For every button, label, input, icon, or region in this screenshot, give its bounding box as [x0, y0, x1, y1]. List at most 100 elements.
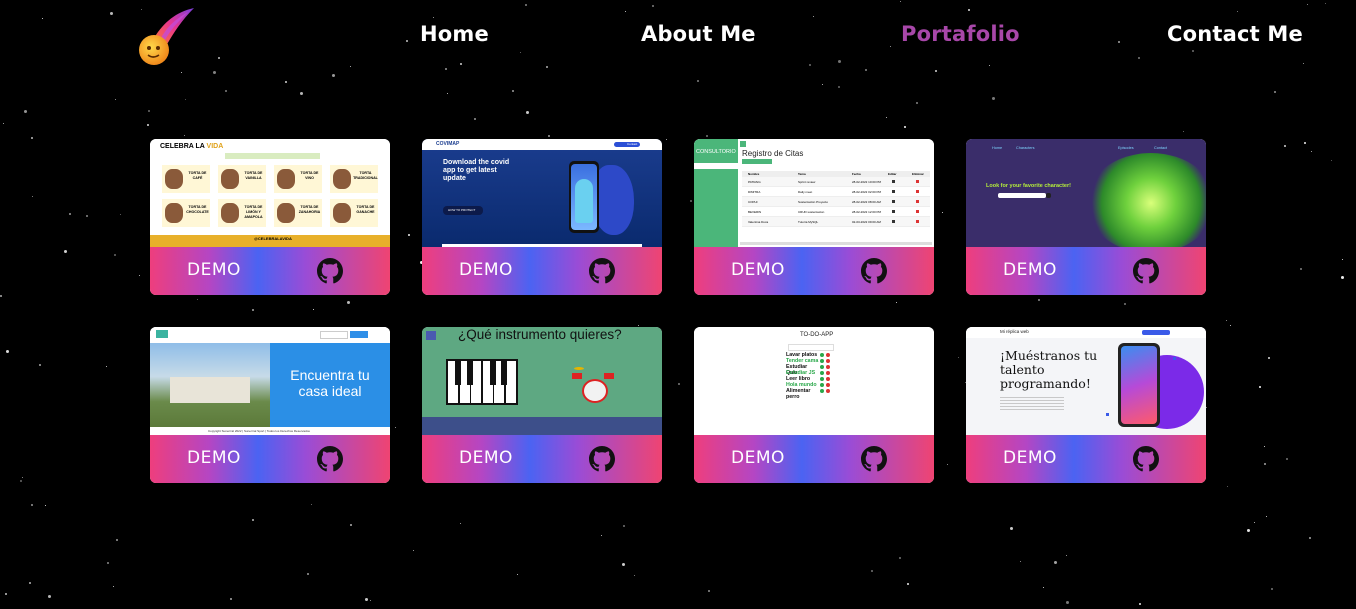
bakery-product-tile: TORTA DE VINO — [274, 165, 322, 193]
delete-icon[interactable] — [916, 190, 919, 193]
thumb-brand: Mi réplica web — [1000, 329, 1029, 334]
project-thumbnail-consultorio[interactable]: CONSULTORIO Registro de Citas Nombre Tema… — [694, 139, 934, 247]
card-action-bar: DEMO — [694, 247, 934, 295]
card-action-bar: DEMO — [422, 435, 662, 483]
demo-link[interactable]: DEMO — [731, 448, 785, 468]
thumb-title: CELEBRA LA — [160, 143, 205, 150]
demo-link[interactable]: DEMO — [1003, 260, 1057, 280]
project-card: COVIMAP Contact Download the covid app t… — [422, 139, 662, 295]
table-header-cell: Eliminar — [912, 172, 924, 176]
project-card: Encuentra tu casa ideal Copyright Sunerr… — [150, 327, 390, 483]
demo-link[interactable]: DEMO — [459, 448, 513, 468]
edit-icon[interactable] — [892, 220, 895, 223]
edit-icon[interactable] — [892, 180, 895, 183]
project-thumbnail-bakery[interactable]: CELEBRA LA VIDA TORTA DE CAFÉ TORTA DE VA… — [150, 139, 390, 247]
project-thumbnail-instruments[interactable]: ¿Qué instrumento quieres? — [422, 327, 662, 435]
delete-task-icon[interactable] — [826, 377, 830, 381]
todo-item: Alimentar perro — [786, 388, 846, 400]
complete-task-icon[interactable] — [820, 371, 824, 375]
delete-task-icon[interactable] — [826, 353, 830, 357]
todo-item-text: Alimentar perro — [786, 388, 811, 400]
edit-icon[interactable] — [892, 210, 895, 213]
thumb-sidebar-title: CONSULTORIO — [696, 149, 736, 155]
github-icon[interactable] — [1133, 258, 1159, 284]
table-header-cell: Nombre — [748, 172, 760, 176]
table-cell: 28-02-2022 02:00 PM — [852, 190, 882, 194]
product-label: TORTA DE ZANAHORIA — [298, 205, 321, 214]
nav-about-link[interactable]: About Me — [641, 22, 756, 46]
delete-task-icon[interactable] — [826, 389, 830, 393]
demo-link[interactable]: DEMO — [187, 448, 241, 468]
project-thumbnail-talent[interactable]: Mi réplica web ¡Muéstranos tu talento pr… — [966, 327, 1206, 435]
github-icon[interactable] — [1133, 446, 1159, 472]
complete-task-icon[interactable] — [820, 365, 824, 369]
table-cell: 28-02-2022 12:00 PM — [852, 210, 882, 214]
delete-task-icon[interactable] — [826, 383, 830, 387]
complete-task-icon[interactable] — [820, 377, 824, 381]
thumb-nav-item: Home — [992, 146, 1003, 150]
bakery-product-tile: TORTA TRADICIONAL — [330, 165, 378, 193]
project-thumbnail-rick-morty[interactable]: Home Characters Episodes Contact Look for y… — [966, 139, 1206, 247]
table-cell: Daily meet — [798, 190, 813, 194]
thumb-title: Registro de Citas — [742, 149, 804, 158]
github-icon[interactable] — [861, 258, 887, 284]
card-action-bar: DEMO — [966, 435, 1206, 483]
github-icon[interactable] — [589, 446, 615, 472]
demo-link[interactable]: DEMO — [731, 260, 785, 280]
demo-link[interactable]: DEMO — [459, 260, 513, 280]
nav-contact-link[interactable]: Contact Me — [1167, 22, 1303, 46]
github-icon[interactable] — [317, 258, 343, 284]
project-card: ¿Qué instrumento quieres? DEMO — [422, 327, 662, 483]
table-cell: 02-03-2022 09:00 AM — [852, 220, 881, 224]
delete-task-icon[interactable] — [826, 371, 830, 375]
delete-task-icon[interactable] — [826, 365, 830, 369]
complete-task-icon[interactable] — [820, 389, 824, 393]
table-row: COPHI Sustentación Proyecto 28-02-2022 08:… — [742, 197, 930, 207]
table-header-cell: Fecha — [852, 172, 861, 176]
edit-icon[interactable] — [892, 190, 895, 193]
delete-task-icon[interactable] — [826, 359, 830, 363]
table-cell: DIMITRA — [748, 190, 761, 194]
delete-icon[interactable] — [916, 210, 919, 213]
starfield-background — [0, 0, 1356, 609]
table-cell: 28-02-2022 10:00 PM — [852, 180, 882, 184]
product-label: TORTA DE CHOCOLATE — [186, 205, 209, 214]
product-label: TORTA DE VINO — [300, 171, 319, 180]
demo-link[interactable]: DEMO — [1003, 448, 1057, 468]
delete-icon[interactable] — [916, 180, 919, 183]
table-cell: PATRAIG — [748, 180, 761, 184]
card-action-bar: DEMO — [422, 247, 662, 295]
delete-icon[interactable] — [916, 200, 919, 203]
project-card: CELEBRA LA VIDA TORTA DE CAFÉ TORTA DE VA… — [150, 139, 390, 295]
edit-icon[interactable] — [892, 200, 895, 203]
thumb-headline: Download the covid app to get latest upd… — [443, 159, 510, 182]
table-row: PATRAIG Sprint review 28-02-2022 10:00 PM — [742, 177, 930, 187]
demo-link[interactable]: DEMO — [187, 260, 241, 280]
github-icon[interactable] — [317, 446, 343, 472]
bakery-product-tile: TORTA DE ZANAHORIA — [274, 199, 322, 227]
delete-icon[interactable] — [916, 220, 919, 223]
table-header-cell: Editar — [888, 172, 897, 176]
project-thumbnail-todo-app[interactable]: TO-DO-APP Lavar platos Tender cama Estudia… — [694, 327, 934, 435]
nav-home-link[interactable]: Home — [420, 22, 489, 46]
project-card: Home Characters Episodes Contact Look for y… — [966, 139, 1206, 295]
table-row: Valentina Duca Tutoría MySQL 02-03-2022 09… — [742, 217, 930, 227]
complete-task-icon[interactable] — [820, 359, 824, 363]
github-icon[interactable] — [861, 446, 887, 472]
card-action-bar: DEMO — [694, 435, 934, 483]
table-cell: Valentina Duca — [748, 220, 769, 224]
product-label: TORTA DE CAFÉ — [188, 171, 207, 180]
comet-logo-icon[interactable] — [136, 6, 196, 66]
table-cell: Sprint review — [798, 180, 816, 184]
complete-task-icon[interactable] — [820, 353, 824, 357]
github-icon[interactable] — [589, 258, 615, 284]
card-action-bar: DEMO — [150, 247, 390, 295]
complete-task-icon[interactable] — [820, 383, 824, 387]
project-thumbnail-covimap[interactable]: COVIMAP Contact Download the covid app t… — [422, 139, 662, 247]
table-cell: COPHI — [748, 200, 758, 204]
project-thumbnail-real-estate[interactable]: Encuentra tu casa ideal Copyright Sunerr… — [150, 327, 390, 435]
thumb-protect-button: HOW TO PROTECT — [448, 208, 476, 212]
product-label: TORTA DE VAINILLA — [244, 171, 263, 180]
nav-portfolio-link[interactable]: Portafolio — [901, 22, 1020, 46]
thumb-title: ¿Qué instrumento quieres? — [458, 327, 622, 342]
